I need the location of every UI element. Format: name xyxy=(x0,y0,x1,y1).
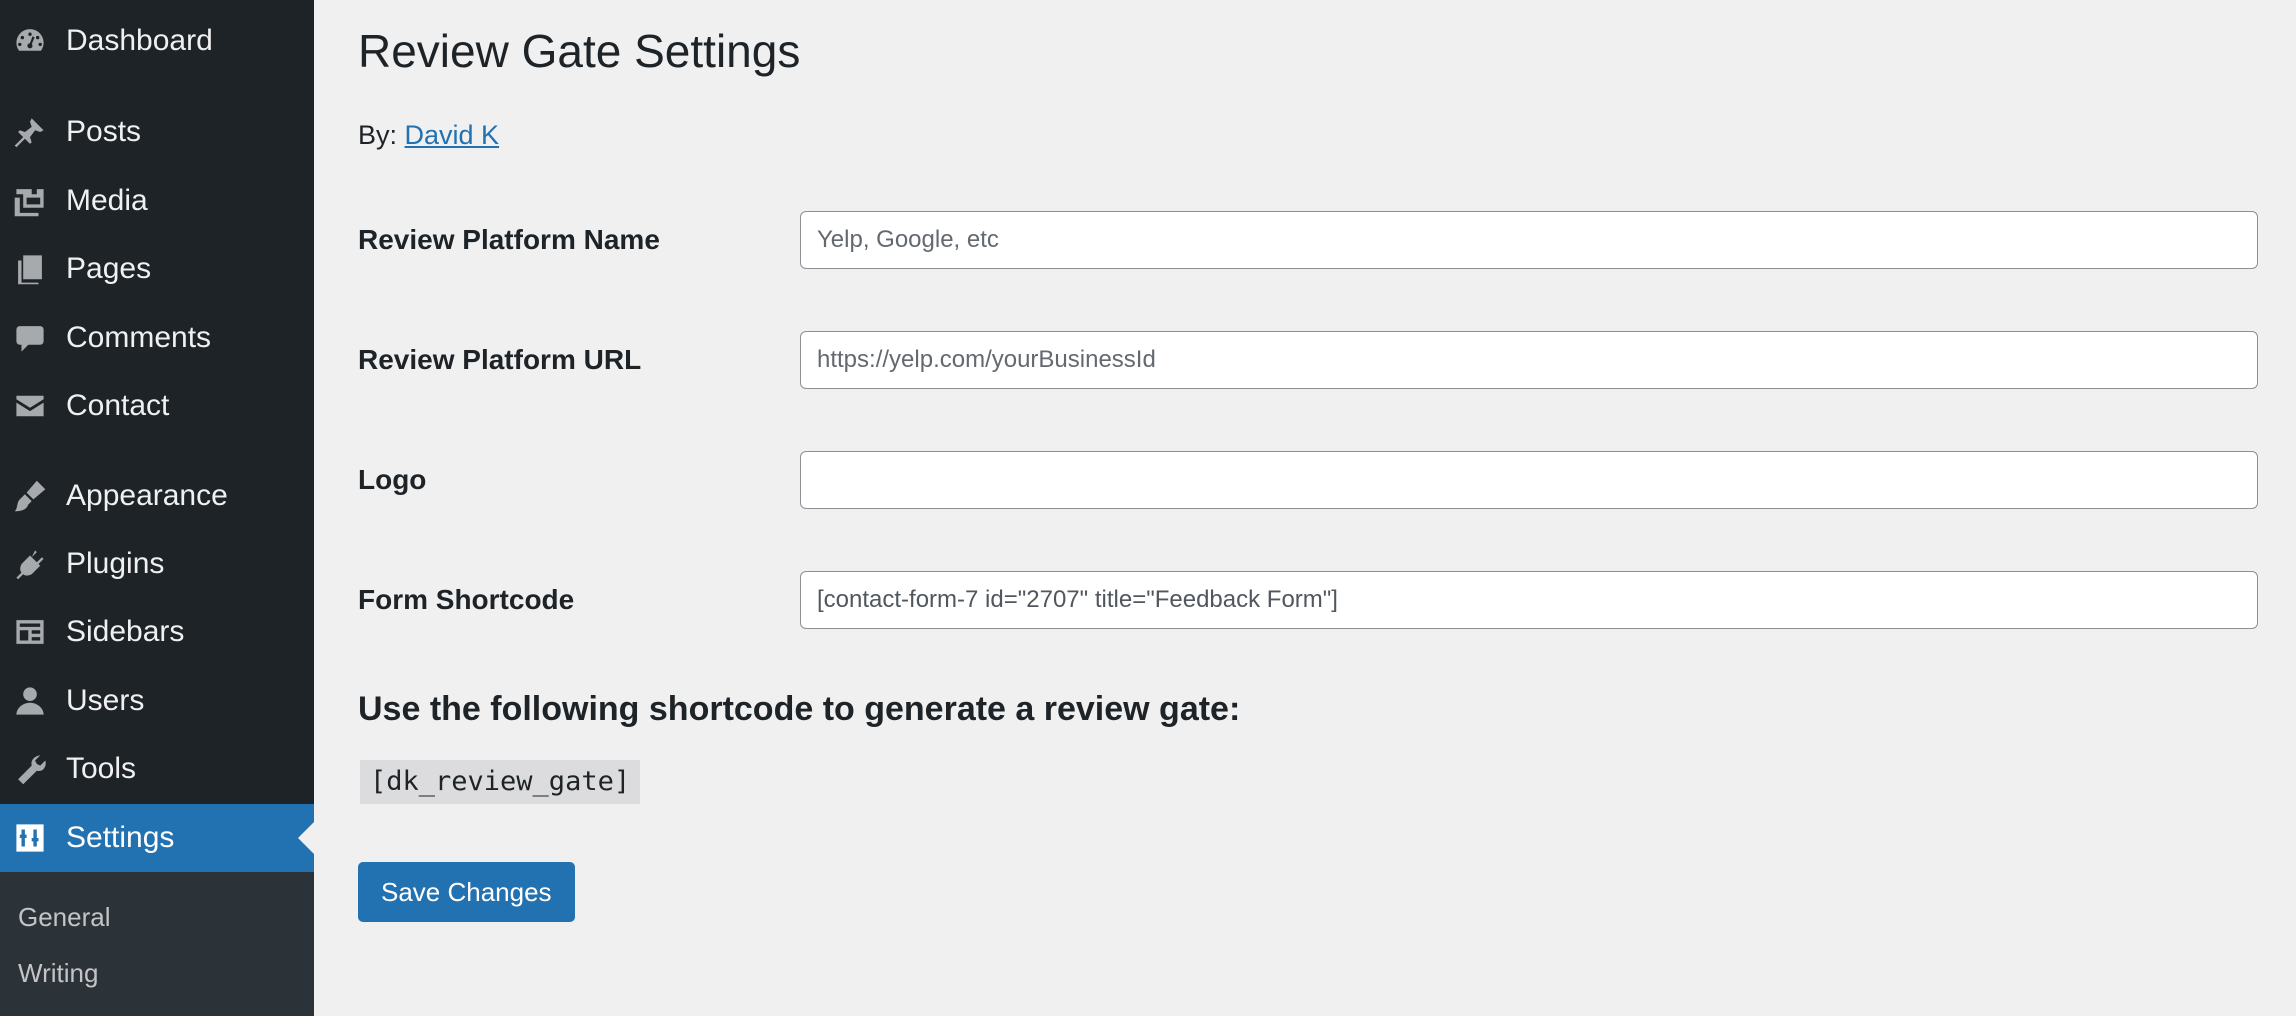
sidebar-item-tools[interactable]: Tools xyxy=(0,735,314,803)
sidebar-item-label: Settings xyxy=(66,821,175,854)
pin-icon xyxy=(12,114,48,150)
platform-url-label: Review Platform URL xyxy=(358,344,642,375)
sidebar-item-pages[interactable]: Pages xyxy=(0,235,314,303)
plug-icon xyxy=(12,546,48,582)
pages-icon xyxy=(12,251,48,287)
sidebar-item-label: Tools xyxy=(66,752,137,785)
submenu-item-writing[interactable]: Writing xyxy=(18,958,98,989)
layout-icon xyxy=(12,614,48,650)
sidebar-item-label: Comments xyxy=(66,321,212,354)
dashboard-icon xyxy=(12,23,48,59)
sidebar-item-contact[interactable]: Contact xyxy=(0,372,314,440)
sidebar-item-label: Plugins xyxy=(66,547,165,580)
platform-name-label: Review Platform Name xyxy=(358,224,660,255)
logo-label: Logo xyxy=(358,464,427,495)
sidebar-item-plugins[interactable]: Plugins xyxy=(0,530,314,598)
sidebar-item-label: Dashboard xyxy=(66,24,213,57)
user-icon xyxy=(12,683,48,719)
media-icon xyxy=(12,183,48,219)
form-shortcode-label: Form Shortcode xyxy=(358,584,575,615)
submenu-item-general[interactable]: General xyxy=(18,902,111,933)
envelope-icon xyxy=(12,388,48,424)
sidebar-item-label: Contact xyxy=(66,389,170,422)
sidebar-item-label: Media xyxy=(66,184,148,217)
author-link[interactable]: David K xyxy=(405,120,500,150)
shortcode-heading: Use the following shortcode to generate … xyxy=(358,690,1241,728)
sidebar-item-label: Posts xyxy=(66,115,142,148)
sidebar-item-users[interactable]: Users xyxy=(0,667,314,735)
sidebar-item-media[interactable]: Media xyxy=(0,167,314,235)
sidebar-item-dashboard[interactable]: Dashboard xyxy=(0,7,314,75)
wrench-icon xyxy=(12,751,48,787)
sidebar-item-posts[interactable]: Posts xyxy=(0,98,314,166)
sidebar-item-settings[interactable]: Settings xyxy=(0,804,314,872)
sidebar-item-label: Appearance xyxy=(66,479,228,512)
sidebar-item-appearance[interactable]: Appearance xyxy=(0,462,314,530)
shortcode-code: [dk_review_gate] xyxy=(360,760,641,804)
sidebar-item-comments[interactable]: Comments xyxy=(0,304,314,372)
platform-url-input[interactable] xyxy=(800,331,2258,389)
author-byline: By: David K xyxy=(358,120,499,151)
save-changes-button[interactable]: Save Changes xyxy=(358,862,575,922)
brush-icon xyxy=(12,478,48,514)
sidebar-item-label: Sidebars xyxy=(66,615,185,648)
sidebar-item-label: Pages xyxy=(66,252,152,285)
sidebar-item-label: Users xyxy=(66,684,145,717)
sidebar-item-sidebars[interactable]: Sidebars xyxy=(0,598,314,666)
active-indicator xyxy=(298,822,314,854)
admin-sidebar: Dashboard Posts Media Pages Comments Con… xyxy=(0,0,314,1016)
comment-icon xyxy=(12,320,48,356)
sliders-icon xyxy=(12,820,48,856)
byline-prefix: By: xyxy=(358,120,398,150)
page-title: Review Gate Settings xyxy=(358,25,801,77)
settings-submenu: General Writing xyxy=(0,872,314,1016)
logo-input[interactable] xyxy=(800,451,2258,509)
main-content: Review Gate Settings By: David K Review … xyxy=(358,0,2296,1016)
platform-name-input[interactable] xyxy=(800,211,2258,269)
form-shortcode-input[interactable] xyxy=(800,571,2258,629)
